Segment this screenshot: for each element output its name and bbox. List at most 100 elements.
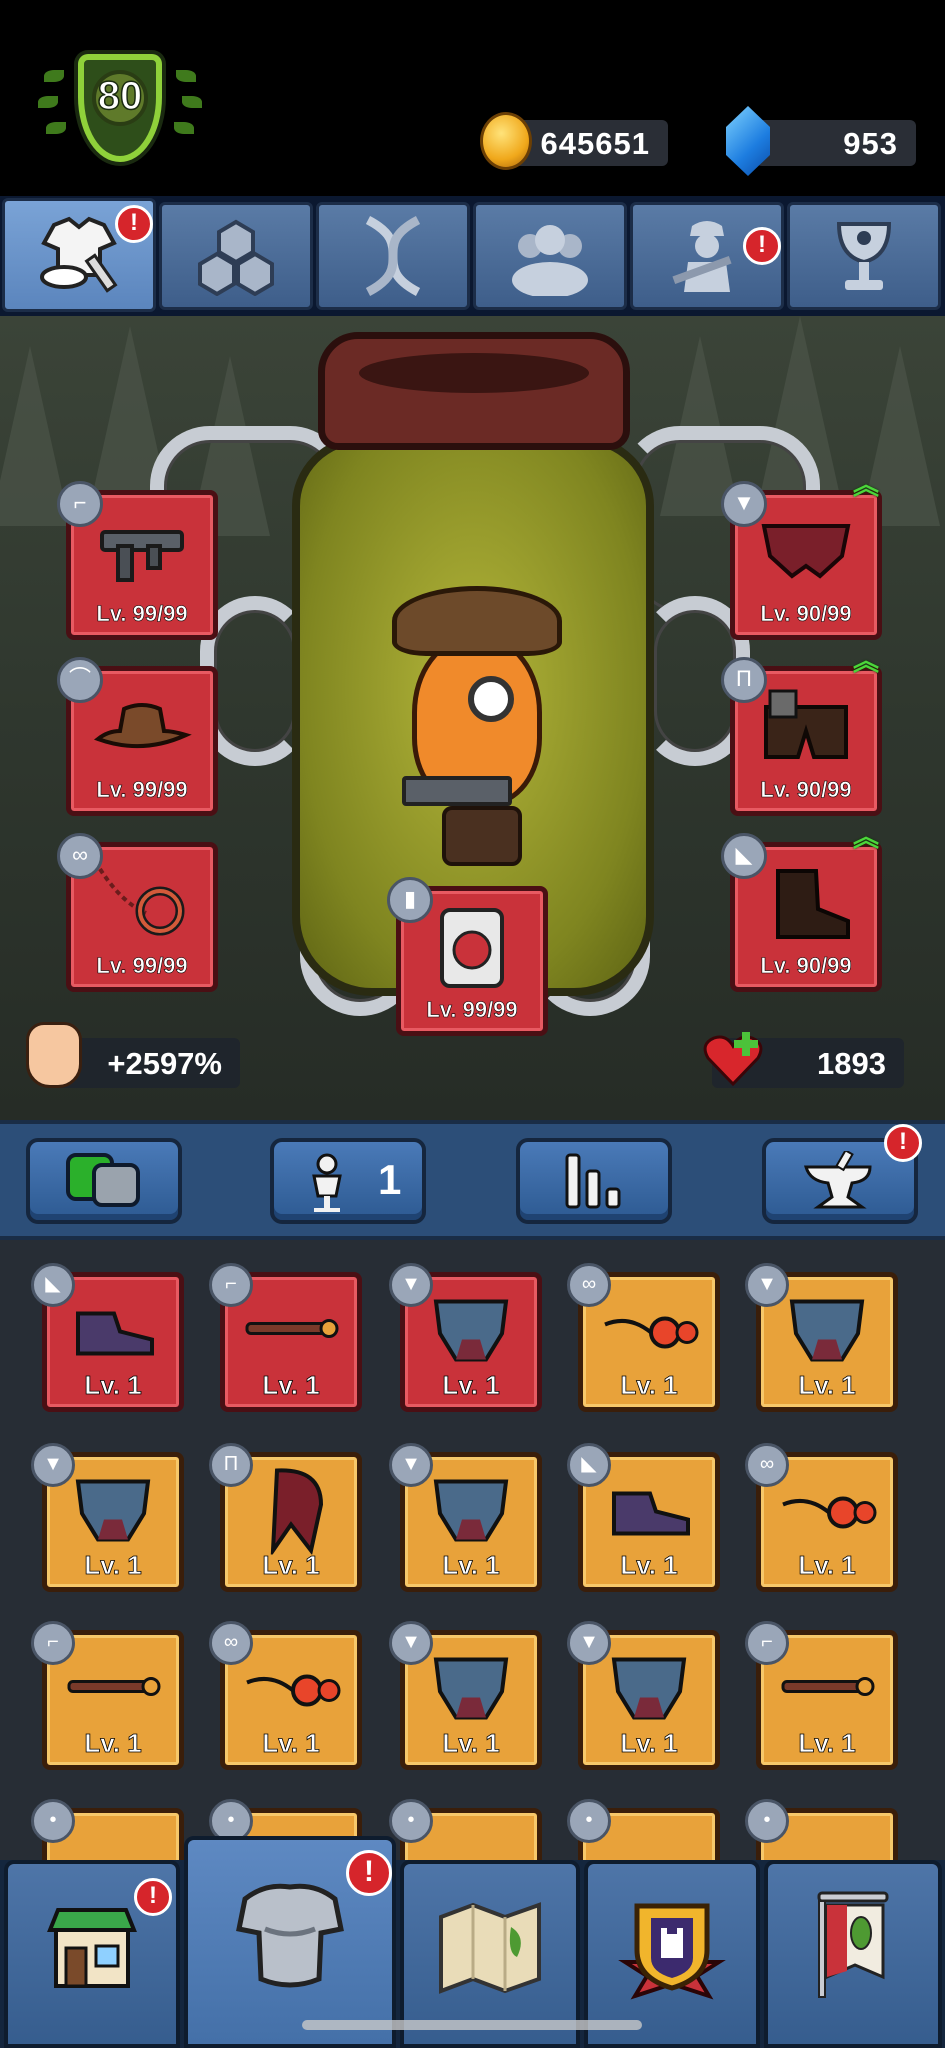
gem-counter[interactable]: 953 [726,106,916,176]
inventory-item-partial[interactable]: • [389,1799,542,1860]
inventory-item[interactable]: ∞ Lv. 1 [567,1263,720,1412]
power-value: +2597% [107,1046,222,1081]
laurel-leaf [176,70,196,82]
pants-item-icon [251,1464,331,1559]
inventory-item[interactable]: ▼ Lv. 1 [31,1443,184,1592]
item-level: Lv. 1 [798,1370,856,1401]
map-icon [439,1901,541,1994]
equip-slot-accessory[interactable]: ∞ Lv. 99/99 [57,833,218,992]
home-indicator[interactable] [302,2020,642,2030]
tab-gems[interactable] [159,202,313,310]
laurel-leaf [174,122,194,134]
upgrade-arrow-icon: ︽ [852,646,879,676]
tab-dna[interactable] [316,202,470,310]
upgrade-arrow-icon: ︽ [852,470,879,500]
sort-button[interactable] [516,1138,672,1224]
boots-icon [776,869,850,939]
inventory-item[interactable]: ⌐ Lv. 1 [31,1621,184,1770]
coin-amount: 645651 [540,126,650,161]
tab-equipment[interactable]: ! [2,198,156,312]
equipment-tab-icon [40,216,118,293]
castle-shield-icon [618,1903,726,2000]
inventory-item[interactable]: ∞ Lv. 1 [209,1621,362,1770]
item-level: Lv. 1 [262,1550,320,1581]
inventory-item[interactable]: Π Lv. 1 [209,1443,362,1592]
gun-item-icon [241,1309,341,1354]
item-level: Lv. 1 [620,1550,678,1581]
nav-equipment[interactable]: ! [184,1836,396,2048]
gem-icon [726,106,770,176]
item-level: Lv. 1 [798,1550,856,1581]
hero-character[interactable] [372,556,582,886]
equip-slot-hat[interactable]: ⌒ Lv. 99/99 [57,657,218,816]
slot-level: Lv. 99/99 [96,601,188,627]
inventory-item[interactable]: ◣ Lv. 1 [31,1263,184,1412]
equip-slot-weapon[interactable]: ⌐ Lv. 99/99 [57,481,218,640]
slot-level: Lv. 90/99 [760,601,852,627]
inventory-item[interactable]: ▼ Lv. 1 [389,1263,542,1412]
item-type-icon: • [567,1799,611,1843]
shoe-item-icon [68,1299,158,1364]
item-level: Lv. 1 [798,1728,856,1759]
forge-alert-badge: ! [884,1124,922,1162]
inventory-item[interactable]: ▼ Lv. 1 [567,1621,720,1770]
category-tabs: ! ! [0,196,945,316]
glasses-item-icon [777,1484,877,1539]
armor-icon [236,1883,344,1988]
equip-slot-boots[interactable]: ◣ ︽ Lv. 90/99 [721,824,882,992]
power-stat: +2597% [26,1022,240,1088]
gun-type-icon: ⌐ [745,1621,789,1665]
tab-squad[interactable] [473,202,627,310]
hero-boots [442,806,522,866]
glasses-item-icon [241,1662,341,1717]
level-shield-icon: 80 [78,54,162,162]
inventory-item[interactable]: ▼ Lv. 1 [389,1621,542,1770]
can-type-icon: ▮ [387,877,433,923]
item-level: Lv. 1 [84,1550,142,1581]
item-type-icon: • [389,1799,433,1843]
inventory-item-partial[interactable]: • [745,1799,898,1860]
nav-banner[interactable] [764,1860,942,2048]
pants-type-icon: Π [209,1443,253,1487]
tab-trophy[interactable] [787,202,941,310]
anvil-icon [804,1151,872,1209]
loadout-button[interactable]: 1 [270,1138,426,1224]
shirt-item-icon [426,1469,516,1554]
smg-icon [100,530,184,582]
item-level: Lv. 1 [620,1728,678,1759]
inventory-item[interactable]: ⌐ Lv. 1 [745,1621,898,1770]
player-level-badge[interactable]: 80 [26,44,210,194]
loadout-count: 1 [378,1156,402,1203]
nav-shop[interactable]: ! [4,1860,180,2048]
shirt-item-icon [426,1647,516,1732]
shirt-item-icon [782,1289,872,1374]
mannequin-icon [312,1153,342,1212]
equip-slot-pants[interactable]: Π ︽ Lv. 90/99 [721,648,882,816]
sort-bars-icon [565,1153,621,1209]
filter-toggle-button[interactable] [26,1138,182,1224]
inventory-item-partial[interactable]: • [31,1799,184,1860]
inventory-item[interactable]: ⌐ Lv. 1 [209,1263,362,1412]
inventory-item[interactable]: ▼ Lv. 1 [745,1263,898,1412]
laurel-leaf [44,70,64,82]
squad-tab-icon [512,225,588,296]
gun-type-icon: ⌐ [209,1263,253,1307]
tab-alert-badge: ! [115,205,153,243]
banner-icon [817,1891,889,1998]
laurel-leaf [38,96,58,108]
inventory-item[interactable]: ◣ Lv. 1 [567,1443,720,1592]
equip-slot-armor[interactable]: ▼ ︽ Lv. 90/99 [721,472,882,640]
laurel-leaf [46,122,66,134]
hero-gun [402,776,512,806]
slot-level: Lv. 99/99 [426,997,518,1023]
equip-slot-consumable[interactable]: ▮ Lv. 99/99 [387,877,548,1036]
equipment-scene: ⌐ Lv. 99/99 ⌒ Lv. 99/99 ∞ Lv. 99/99 ▼ ︽ … [0,316,945,1120]
inventory-item[interactable]: ▼ Lv. 1 [389,1443,542,1592]
health-value: 1893 [817,1046,886,1081]
inventory-item[interactable]: ∞ Lv. 1 [745,1443,898,1592]
forge-button[interactable]: ! [762,1124,922,1224]
slot-level: Lv. 90/99 [760,953,852,979]
coin-counter[interactable]: 645651 [480,112,668,170]
tab-soldier[interactable]: ! [630,202,784,310]
inventory-item-partial[interactable]: • [567,1799,720,1860]
